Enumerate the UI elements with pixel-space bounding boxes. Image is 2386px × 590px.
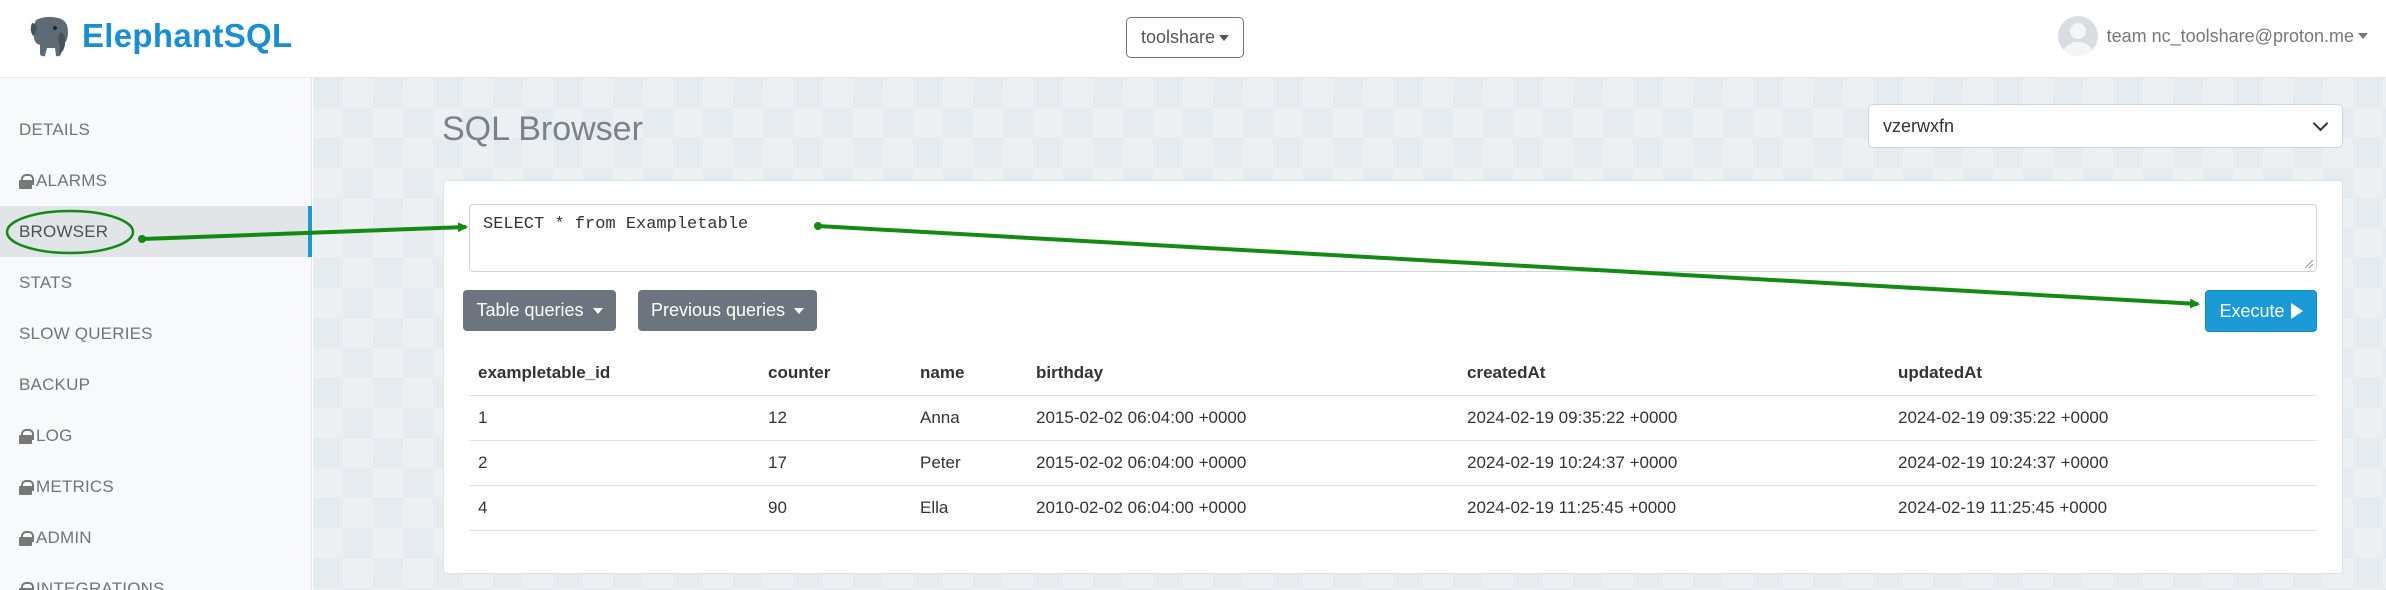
column-header: createdAt bbox=[1458, 351, 1889, 396]
column-header: exampletable_id bbox=[469, 351, 759, 396]
lock-icon bbox=[19, 582, 34, 590]
user-label: team nc_toolshare@proton.me bbox=[2106, 25, 2354, 46]
top-navbar: ElephantSQL toolshare team nc_toolshare@… bbox=[0, 0, 2386, 78]
sidebar-item-label: METRICS bbox=[36, 476, 114, 496]
table-cell: 12 bbox=[759, 395, 911, 441]
sidebar-item-log[interactable]: LOG bbox=[0, 410, 312, 461]
sidebar-item-alarms[interactable]: ALARMS bbox=[0, 155, 312, 206]
table-cell: 2024-02-19 11:25:45 +0000 bbox=[1889, 485, 2317, 531]
table-cell: 2024-02-19 10:24:37 +0000 bbox=[1458, 440, 1889, 486]
sidebar-item-label: BROWSER bbox=[19, 221, 109, 241]
team-selector-dropdown[interactable]: toolshare bbox=[1126, 17, 1244, 58]
table-row: 4 90 Ella 2010-02-02 06:04:00 +0000 2024… bbox=[469, 485, 2317, 531]
resize-handle-icon[interactable] bbox=[2305, 260, 2313, 268]
caret-down-icon bbox=[2358, 33, 2368, 39]
sidebar-item-label: INTEGRATIONS bbox=[36, 578, 165, 590]
sidebar-item-label: ALARMS bbox=[36, 170, 108, 190]
sidebar-item-label: STATS bbox=[19, 272, 73, 292]
sidebar-item-backup[interactable]: BACKUP bbox=[0, 359, 312, 410]
table-header-row: exampletable_id counter name birthday cr… bbox=[469, 351, 2317, 396]
sidebar-item-admin[interactable]: ADMIN bbox=[0, 512, 312, 563]
sidebar-item-label: ADMIN bbox=[36, 527, 92, 547]
sidebar-item-label: BACKUP bbox=[19, 374, 91, 394]
table-cell: 90 bbox=[759, 485, 911, 531]
table-queries-button[interactable]: Table queries bbox=[463, 290, 616, 331]
table-queries-label: Table queries bbox=[476, 300, 584, 320]
sidebar-item-integrations[interactable]: INTEGRATIONS bbox=[0, 563, 312, 590]
database-select[interactable]: vzerwxfn bbox=[1868, 104, 2343, 148]
user-menu-dropdown[interactable]: team nc_toolshare@proton.me bbox=[2057, 16, 2368, 56]
table-cell: 2024-02-19 09:35:22 +0000 bbox=[1458, 395, 1889, 441]
sidebar-item-browser[interactable]: BROWSER bbox=[0, 206, 312, 257]
lock-icon bbox=[19, 480, 34, 495]
chevron-down-icon bbox=[2312, 115, 2329, 132]
sidebar-item-stats[interactable]: STATS bbox=[0, 257, 312, 308]
sidebar: DETAILS ALARMS BROWSER STATS SLOW QUERIE… bbox=[0, 78, 312, 590]
table-cell: 4 bbox=[469, 485, 759, 531]
page-title: SQL Browser bbox=[442, 110, 643, 148]
column-header: updatedAt bbox=[1889, 351, 2317, 396]
table-cell: 1 bbox=[469, 395, 759, 441]
table-cell: Ella bbox=[911, 485, 1027, 531]
table-cell: Anna bbox=[911, 395, 1027, 441]
sidebar-item-slow-queries[interactable]: SLOW QUERIES bbox=[0, 308, 312, 359]
brand-link[interactable]: ElephantSQL bbox=[28, 14, 293, 58]
sidebar-item-details[interactable]: DETAILS bbox=[0, 104, 312, 155]
caret-down-icon bbox=[794, 307, 805, 314]
table-cell: 2015-02-02 06:04:00 +0000 bbox=[1027, 395, 1458, 441]
elephant-logo-icon bbox=[30, 16, 68, 57]
execute-button[interactable]: Execute bbox=[2205, 290, 2317, 332]
column-header: name bbox=[911, 351, 1027, 396]
execute-label: Execute bbox=[2219, 300, 2285, 321]
table-cell: 17 bbox=[759, 440, 911, 486]
caret-down-icon bbox=[1219, 34, 1230, 41]
sidebar-item-label: LOG bbox=[36, 425, 73, 445]
brand-name: ElephantSQL bbox=[82, 17, 293, 54]
previous-queries-button[interactable]: Previous queries bbox=[638, 290, 817, 331]
table-row: 1 12 Anna 2015-02-02 06:04:00 +0000 2024… bbox=[469, 395, 2317, 441]
play-icon bbox=[2290, 303, 2303, 319]
sidebar-item-metrics[interactable]: METRICS bbox=[0, 461, 312, 512]
table-cell: 2024-02-19 11:25:45 +0000 bbox=[1458, 485, 1889, 531]
sidebar-item-label: DETAILS bbox=[19, 119, 90, 139]
table-row: 2 17 Peter 2015-02-02 06:04:00 +0000 202… bbox=[469, 440, 2317, 486]
sidebar-item-label: SLOW QUERIES bbox=[19, 323, 153, 343]
previous-queries-label: Previous queries bbox=[650, 300, 786, 320]
results-table: exampletable_id counter name birthday cr… bbox=[469, 351, 2317, 531]
caret-down-icon bbox=[592, 307, 603, 314]
lock-icon bbox=[19, 429, 34, 444]
table-cell: 2015-02-02 06:04:00 +0000 bbox=[1027, 440, 1458, 486]
table-cell: 2010-02-02 06:04:00 +0000 bbox=[1027, 485, 1458, 531]
lock-icon bbox=[19, 174, 34, 189]
table-cell: 2024-02-19 09:35:22 +0000 bbox=[1889, 395, 2317, 441]
sql-query-input[interactable]: SELECT * from Exampletable bbox=[469, 204, 2317, 272]
table-cell: 2 bbox=[469, 440, 759, 486]
column-header: birthday bbox=[1027, 351, 1458, 396]
lock-icon bbox=[19, 531, 34, 546]
table-cell: 2024-02-19 10:24:37 +0000 bbox=[1889, 440, 2317, 486]
sql-query-text: SELECT * from Exampletable bbox=[483, 215, 749, 234]
table-cell: Peter bbox=[911, 440, 1027, 486]
team-selector-label: toolshare bbox=[1140, 27, 1216, 47]
database-select-value: vzerwxfn bbox=[1883, 115, 1955, 136]
column-header: counter bbox=[759, 351, 911, 396]
avatar bbox=[2057, 16, 2098, 56]
